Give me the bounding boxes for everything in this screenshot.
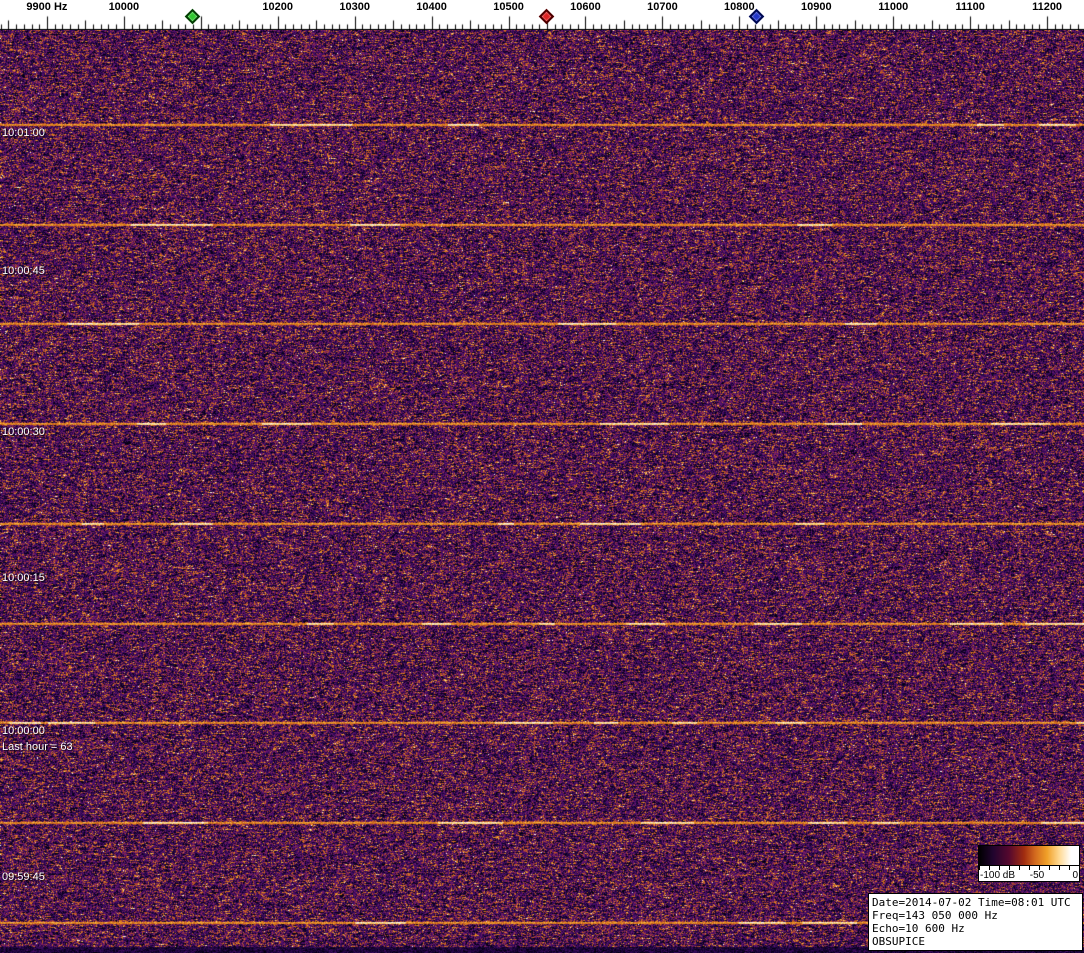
time-label: 10:00:45: [2, 265, 45, 277]
info-station-line: OBSUPICE: [872, 935, 925, 948]
db-label-max: 0: [1072, 870, 1078, 881]
db-scale-legend: -100 dB -50 0: [978, 845, 1080, 882]
frequency-ruler[interactable]: 9900 Hz 10000 10200 10300 10400 10500 10600 107…: [0, 0, 1084, 30]
waterfall-window: 9900 Hz 10000 10200 10300 10400 10500 10600 107…: [0, 0, 1084, 953]
freq-label: 10000: [108, 1, 140, 13]
freq-label: 10800: [724, 1, 755, 13]
db-gradient-bar: [978, 845, 1080, 866]
db-label-min: -100 dB: [980, 870, 1016, 881]
time-label: 10:01:00: [2, 127, 45, 139]
freq-label: 11200: [1032, 1, 1063, 13]
freq-label: 9900 Hz: [26, 1, 68, 13]
freq-label: 10500: [493, 1, 524, 13]
freq-label: 10900: [800, 1, 832, 13]
freq-label: 11100: [955, 1, 985, 13]
freq-label: 11000: [878, 1, 909, 13]
time-label: 09:59:45: [2, 871, 45, 883]
time-label: 10:00:30: [2, 426, 45, 438]
freq-label: 10300: [339, 1, 370, 13]
info-echo-line: Echo=10 600 Hz: [872, 922, 965, 935]
spectrogram-area: 10:01:00 10:00:45 10:00:30 10:00:15 10:00:00…: [0, 30, 1084, 953]
time-label: 10:00:00: [2, 725, 45, 737]
info-date-line: Date=2014-07-02 Time=08:01 UTC: [872, 896, 1071, 909]
hour-count-label: Last hour = 63: [2, 741, 73, 753]
time-label: 10:00:15: [2, 572, 45, 584]
spectrogram-canvas: [0, 30, 1084, 953]
freq-label: 10400: [416, 1, 447, 13]
freq-label: 10600: [570, 1, 601, 13]
freq-label: 10700: [647, 1, 678, 13]
db-scale-labels: -100 dB -50 0: [978, 866, 1080, 882]
info-box: Date=2014-07-02 Time=08:01 UTC Freq=143 …: [868, 893, 1083, 951]
db-label-mid: -50: [1029, 870, 1045, 881]
freq-label: 10200: [262, 1, 294, 13]
info-freq-line: Freq=143 050 000 Hz: [872, 909, 998, 922]
